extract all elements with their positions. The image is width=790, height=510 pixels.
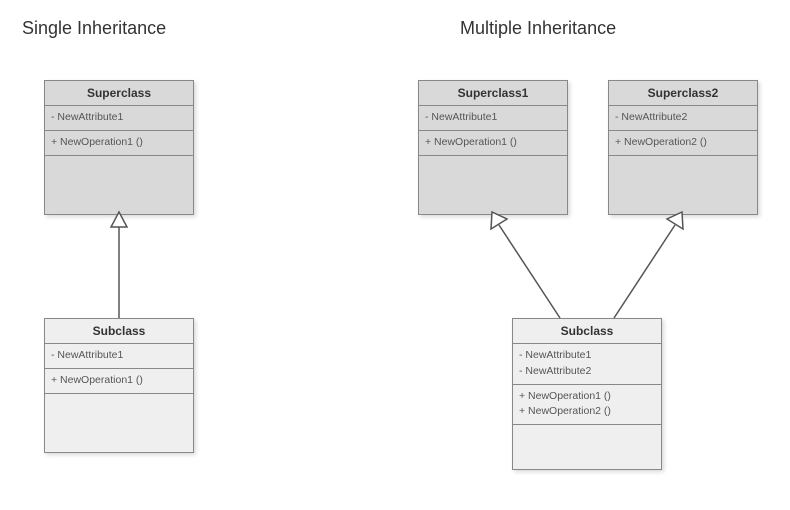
multiple-inheritance-title: Multiple Inheritance: [460, 18, 616, 39]
class-filler: [45, 394, 193, 452]
class-attributes: - NewAttribute1: [419, 106, 567, 131]
class-operation: + NewOperation2 (): [519, 404, 655, 420]
class-filler: [609, 156, 757, 214]
multiple-superclass2-box: Superclass2 - NewAttribute2 + NewOperati…: [608, 80, 758, 215]
single-subclass-box: Subclass - NewAttribute1 + NewOperation1…: [44, 318, 194, 453]
multiple-superclass1-box: Superclass1 - NewAttribute1 + NewOperati…: [418, 80, 568, 215]
class-attributes: - NewAttribute1 - NewAttribute2: [513, 344, 661, 385]
multiple-subclass-box: Subclass - NewAttribute1 - NewAttribute2…: [512, 318, 662, 470]
class-attribute: - NewAttribute1: [519, 348, 655, 364]
class-name: Superclass: [45, 81, 193, 106]
class-operations: + NewOperation1 (): [45, 131, 193, 156]
arrow-single: [111, 212, 127, 318]
class-name: Subclass: [45, 319, 193, 344]
single-superclass-box: Superclass - NewAttribute1 + NewOperatio…: [44, 80, 194, 215]
class-attribute: - NewAttribute2: [519, 364, 655, 380]
class-attributes: - NewAttribute2: [609, 106, 757, 131]
single-inheritance-title: Single Inheritance: [22, 18, 166, 39]
class-operations: + NewOperation1 (): [419, 131, 567, 156]
class-operations: + NewOperation1 () + NewOperation2 (): [513, 385, 661, 426]
arrow-multiple-left: [491, 212, 560, 318]
class-operation: + NewOperation1 (): [519, 389, 655, 405]
class-name: Subclass: [513, 319, 661, 344]
class-name: Superclass1: [419, 81, 567, 106]
class-attributes: - NewAttribute1: [45, 106, 193, 131]
arrow-multiple-right: [614, 212, 683, 318]
class-filler: [513, 425, 661, 469]
class-filler: [419, 156, 567, 214]
class-operations: + NewOperation2 (): [609, 131, 757, 156]
class-name: Superclass2: [609, 81, 757, 106]
class-attributes: - NewAttribute1: [45, 344, 193, 369]
class-filler: [45, 156, 193, 214]
class-operations: + NewOperation1 (): [45, 369, 193, 394]
